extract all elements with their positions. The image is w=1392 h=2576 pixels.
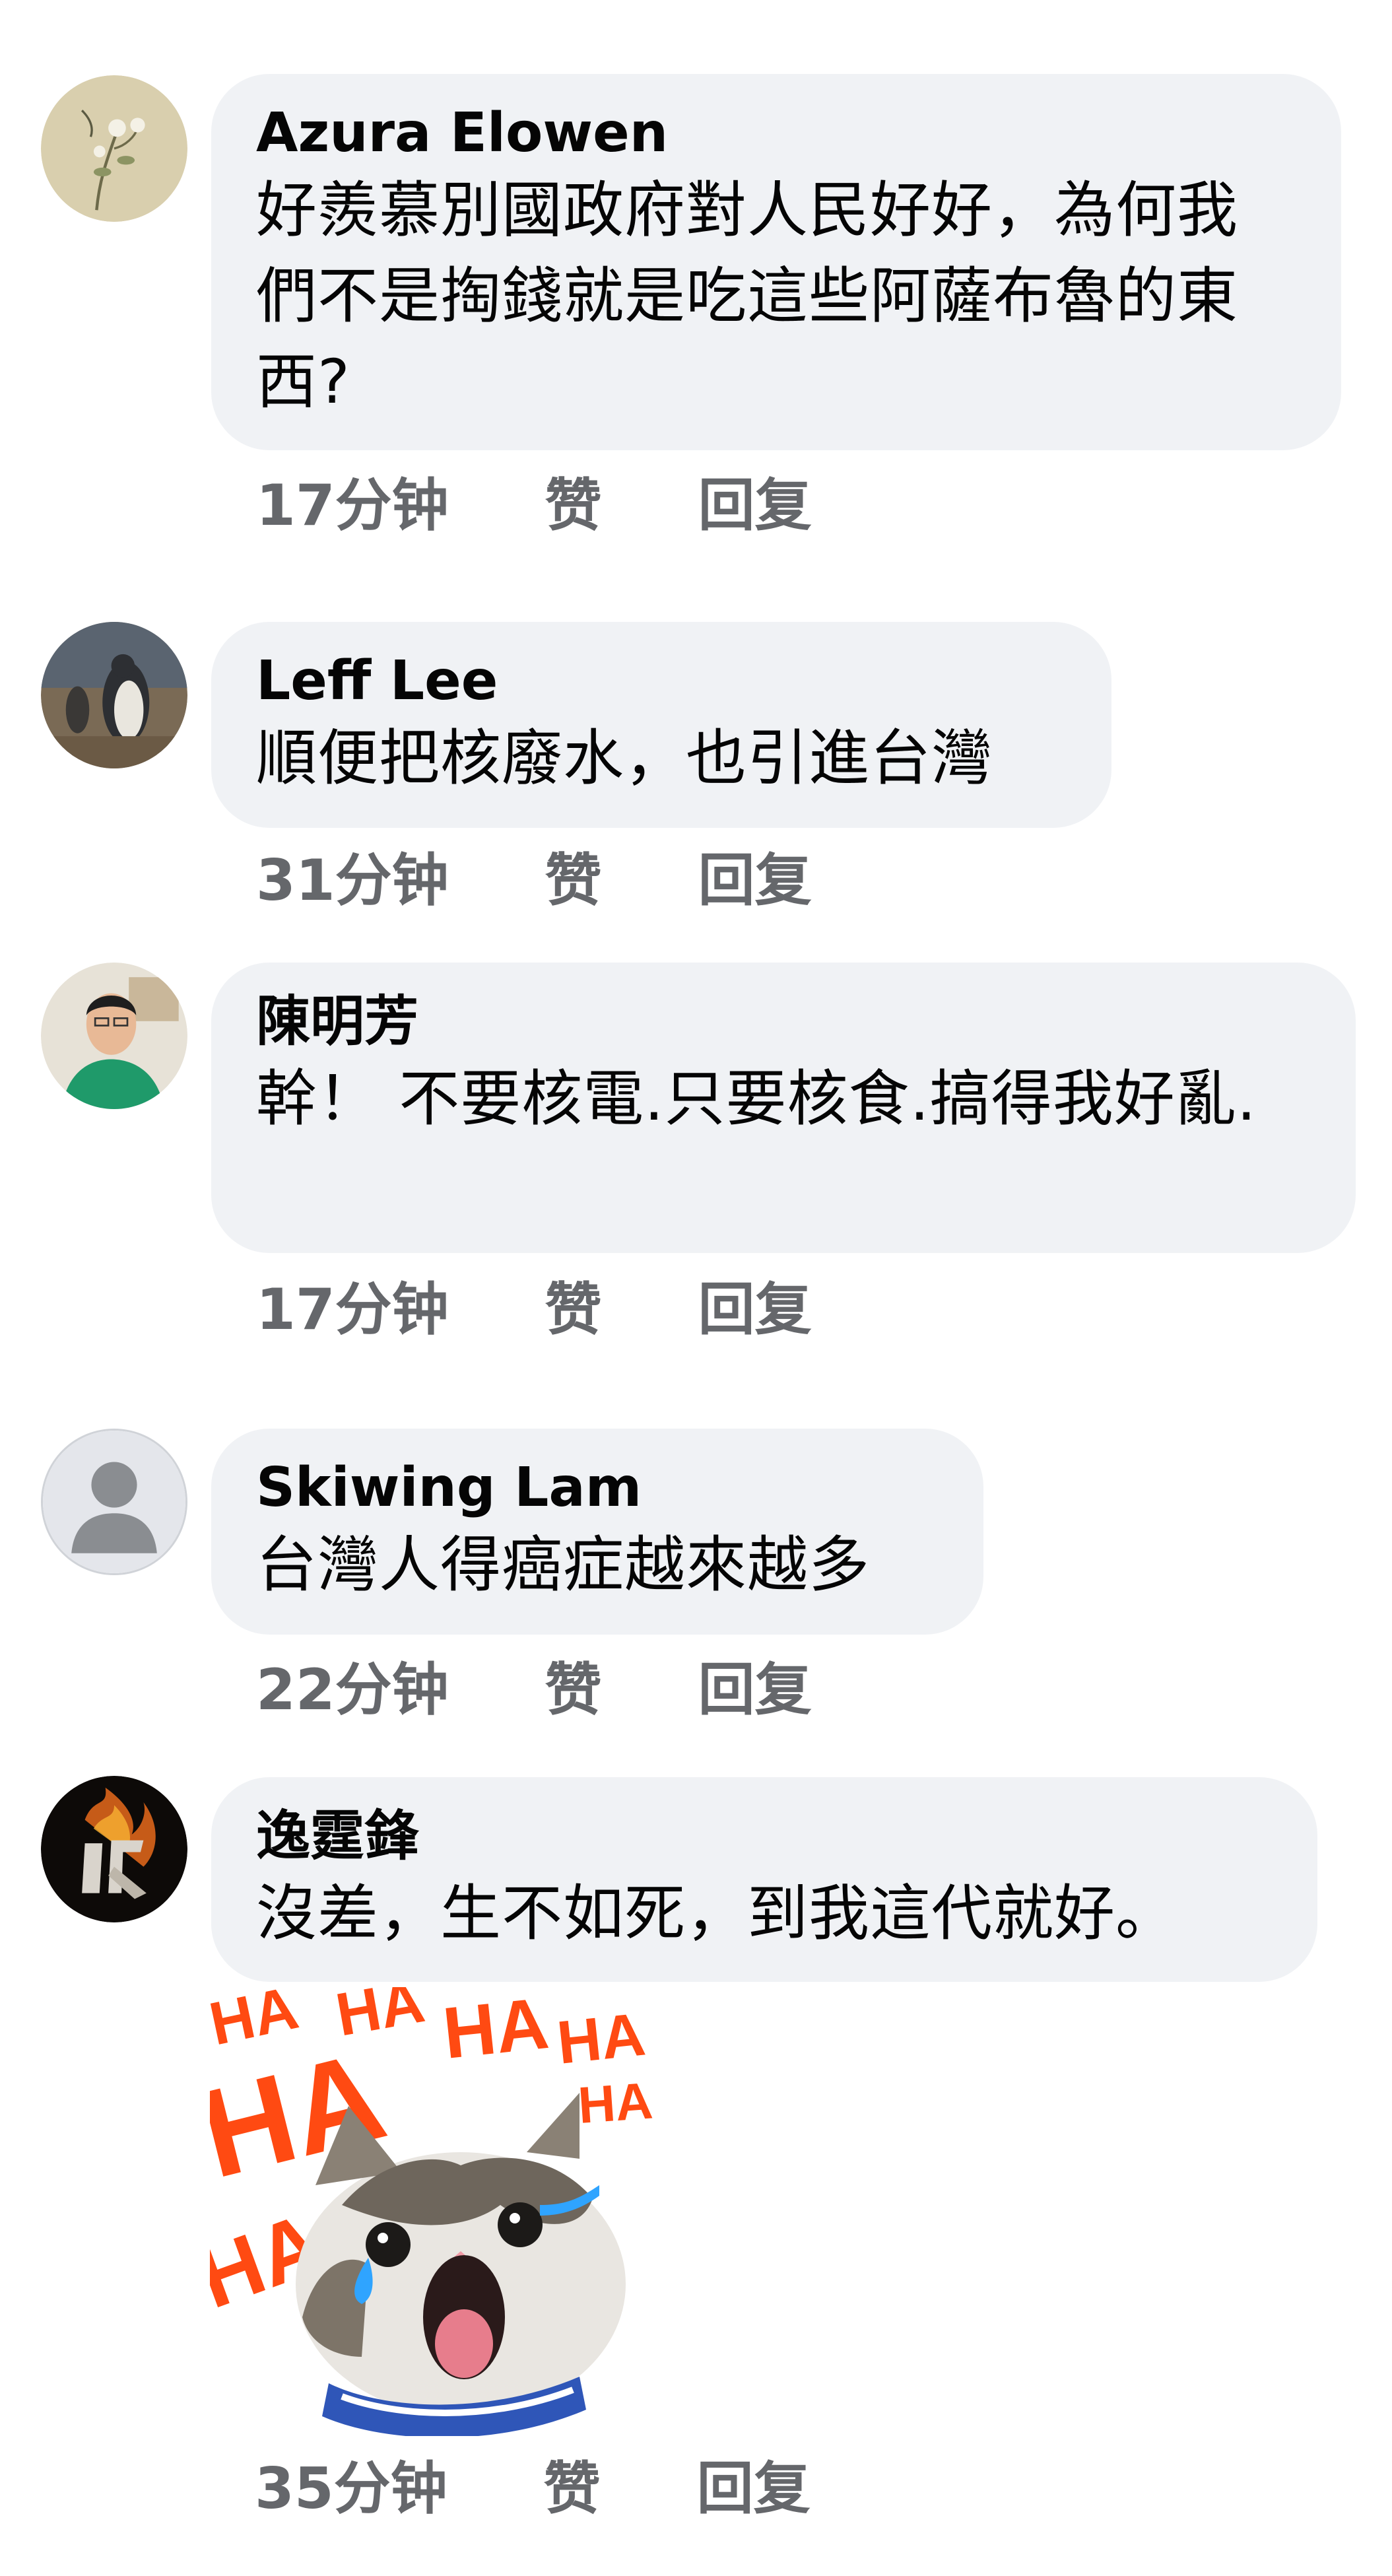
comment-text: 沒差，生不如死，到我這代就好。 xyxy=(256,1878,1177,1949)
comment-timestamp[interactable]: 22分钟 xyxy=(256,1657,449,1723)
reply-button[interactable]: 回复 xyxy=(697,2456,811,2522)
comment-bubble: Leff Lee 順便把核廢水，也引進台灣 xyxy=(211,622,1111,828)
comment-bubble: 逸霆鋒 沒差，生不如死，到我這代就好。 xyxy=(211,1777,1317,1982)
like-button[interactable]: 赞 xyxy=(545,1277,602,1343)
comment-author[interactable]: Azura Elowen xyxy=(256,99,1296,168)
comment-text: 順便把核廢水，也引進台灣 xyxy=(256,723,993,794)
comment-bubble: 陳明芳 幹！ 不要核電.只要核食.搞得我好亂. xyxy=(211,963,1356,1253)
comment-meta: 17分钟 赞 回复 xyxy=(256,473,812,539)
comment-text: 台灣人得癌症越來越多 xyxy=(256,1530,871,1600)
comment-timestamp[interactable]: 31分钟 xyxy=(256,848,449,914)
reply-button[interactable]: 回复 xyxy=(698,473,812,539)
comment-author[interactable]: 逸霆鋒 xyxy=(256,1802,1273,1871)
comment-meta: 35分钟 赞 回复 xyxy=(255,2456,811,2522)
avatar[interactable] xyxy=(41,1776,187,1922)
reply-button[interactable]: 回复 xyxy=(698,1657,812,1723)
comment-bubble: Skiwing Lam 台灣人得癌症越來越多 xyxy=(211,1429,983,1635)
comment-author[interactable]: Leff Lee xyxy=(256,647,1067,716)
avatar[interactable] xyxy=(41,622,187,768)
laughing-crying-cat-sticker[interactable]: HA HA HA HA HA HA HA xyxy=(210,1987,665,2436)
comment-meta: 17分钟 赞 回复 xyxy=(256,1277,812,1343)
ha-text: HA xyxy=(576,2071,655,2134)
avatar[interactable] xyxy=(41,75,187,222)
comment-timestamp[interactable]: 17分钟 xyxy=(256,473,449,539)
comment-author[interactable]: 陳明芳 xyxy=(256,988,1311,1056)
comment-bubble: Azura Elowen 好羨慕別國政府對人民好好，為何我們不是掏錢就是吃這些阿… xyxy=(211,74,1341,450)
comment-text: 好羨慕別國政府對人民好好，為何我們不是掏錢就是吃這些阿薩布魯的東西? xyxy=(256,175,1239,417)
reply-button[interactable]: 回复 xyxy=(698,848,812,914)
ha-text: HA xyxy=(554,2001,648,2077)
comment-author[interactable]: Skiwing Lam xyxy=(256,1454,939,1522)
flower-avatar-icon xyxy=(41,75,187,222)
like-button[interactable]: 赞 xyxy=(545,848,602,914)
ha-text: HA xyxy=(440,1987,552,2074)
fire-logo-avatar-icon xyxy=(41,1776,187,1922)
comment-timestamp[interactable]: 35分钟 xyxy=(255,2456,447,2522)
like-button[interactable]: 赞 xyxy=(544,2456,601,2522)
penguin-avatar-icon xyxy=(41,622,187,768)
comment-meta: 22分钟 赞 回复 xyxy=(256,1657,812,1723)
comment-text: 幹！ 不要核電.只要核食.搞得我好亂. xyxy=(256,1064,1257,1134)
avatar[interactable] xyxy=(41,963,187,1109)
avatar[interactable] xyxy=(41,1429,187,1575)
like-button[interactable]: 赞 xyxy=(545,1657,602,1723)
person-photo-avatar-icon xyxy=(41,963,187,1109)
default-user-avatar-icon xyxy=(43,1431,185,1573)
like-button[interactable]: 赞 xyxy=(545,473,602,539)
comment-timestamp[interactable]: 17分钟 xyxy=(256,1277,449,1343)
reply-button[interactable]: 回复 xyxy=(698,1277,812,1343)
comment-meta: 31分钟 赞 回复 xyxy=(256,848,812,914)
